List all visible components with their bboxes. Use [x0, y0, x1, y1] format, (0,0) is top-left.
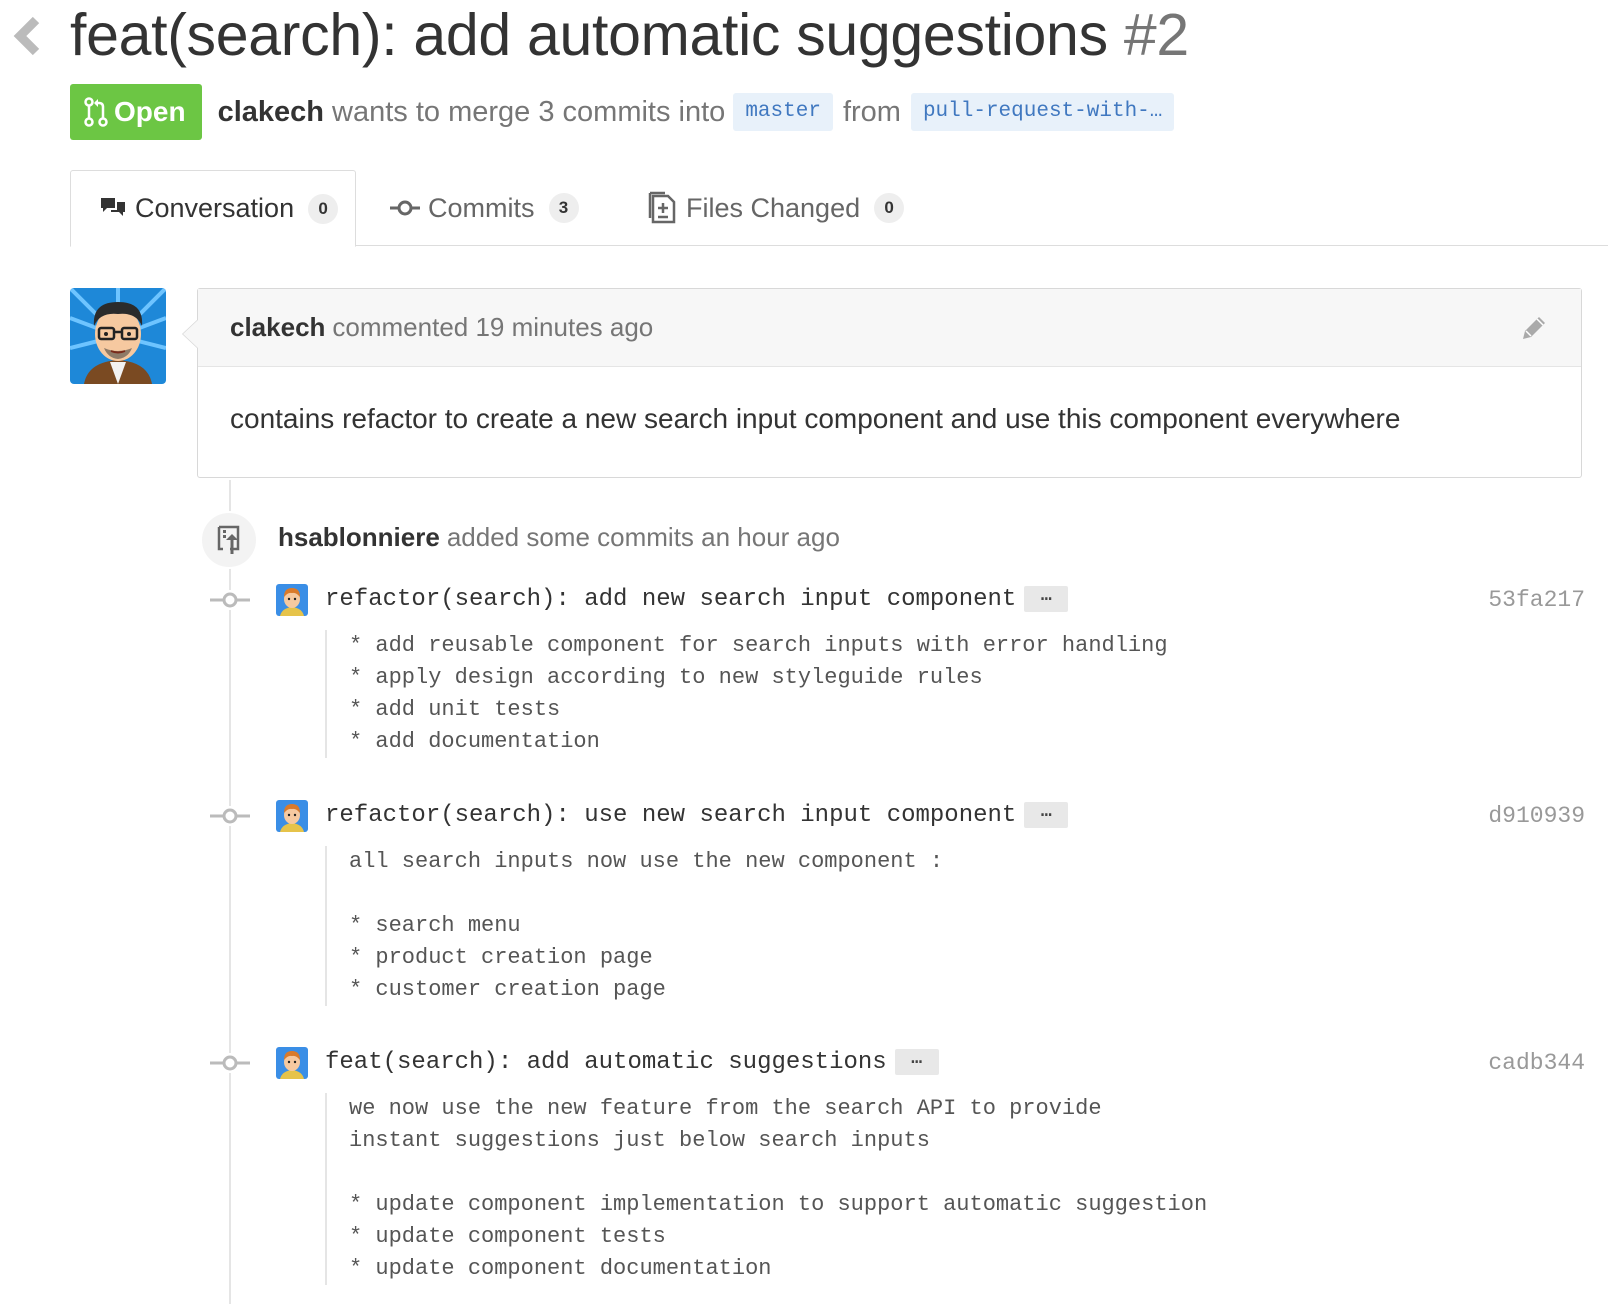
- git-commit-icon: [390, 200, 420, 216]
- pr-merge-summary: clakech wants to merge 3 commits into: [218, 96, 726, 129]
- pr-title-row: feat(search): add automatic suggestions …: [70, 0, 1189, 70]
- commit-sha[interactable]: cadb344: [1488, 1047, 1585, 1079]
- commit-description: * add reusable component for search inpu…: [325, 630, 1168, 758]
- pr-merge-text: wants to merge 3 commits into: [332, 95, 726, 128]
- pr-author[interactable]: clakech: [218, 96, 324, 128]
- back-chevron-icon[interactable]: [8, 14, 44, 58]
- pr-number: #2: [1123, 2, 1189, 68]
- comment-meta: commented 19 minutes ago: [332, 312, 654, 342]
- small-avatar-icon: [276, 584, 308, 616]
- comment-pointer: [182, 319, 198, 349]
- small-avatar-icon: [276, 1047, 308, 1079]
- comment-discussion-icon: [101, 197, 125, 216]
- expand-commit-button[interactable]: …: [894, 1048, 939, 1075]
- commit-author-avatar[interactable]: [276, 800, 308, 832]
- tab-conversation-label: Conversation: [135, 193, 295, 223]
- head-branch-label[interactable]: pull-request-with-…: [910, 93, 1175, 131]
- git-pull-request-icon: [84, 97, 108, 127]
- commit-author-avatar[interactable]: [276, 584, 308, 616]
- base-branch-label[interactable]: master: [733, 93, 833, 131]
- cartoon-avatar-icon: [70, 288, 166, 384]
- push-event-badge: [200, 511, 258, 569]
- tab-conversation-counter: 0: [308, 193, 339, 224]
- comment-body: contains refactor to create a new search…: [230, 403, 1401, 434]
- expand-commit-button[interactable]: …: [1024, 801, 1069, 828]
- tab-commits[interactable]: Commits 3: [390, 170, 579, 246]
- git-commit-icon: [210, 1053, 250, 1073]
- tab-commits-counter: 3: [548, 193, 579, 223]
- commit-message[interactable]: refactor(search): add new search input c…: [325, 584, 1069, 618]
- commit-sha[interactable]: d910939: [1488, 800, 1585, 832]
- comment-box: clakech commented 19 minutes ago contain…: [182, 288, 1582, 478]
- tab-files-changed[interactable]: Files Changed 0: [648, 170, 905, 246]
- comment-author[interactable]: clakech: [230, 312, 325, 343]
- commit-message-text[interactable]: refactor(search): use new search input c…: [325, 802, 1016, 829]
- commit-message-text[interactable]: feat(search): add automatic suggestions: [325, 1049, 887, 1076]
- comment-author-avatar[interactable]: [70, 288, 166, 384]
- commit-description: all search inputs now use the new compon…: [325, 846, 943, 1006]
- pr-state-label: Open: [114, 96, 186, 127]
- event-author[interactable]: hsablonniere: [278, 522, 440, 552]
- commit-message[interactable]: refactor(search): use new search input c…: [325, 800, 1069, 834]
- commit-message-text[interactable]: refactor(search): add new search input c…: [325, 586, 1016, 613]
- tab-files-changed-counter: 0: [874, 193, 905, 223]
- commit-sha[interactable]: 53fa217: [1488, 584, 1585, 616]
- pr-tabs: Conversation 0 Commits 3 Files Changed 0: [70, 170, 1608, 247]
- from-text: from: [842, 95, 901, 128]
- expand-commit-button[interactable]: …: [1024, 585, 1069, 612]
- pr-state-badge: Open: [70, 84, 202, 140]
- commit-author-avatar[interactable]: [276, 1047, 308, 1079]
- push-event-text: hsablonniere added some commits an hour a…: [278, 522, 840, 553]
- commit-message[interactable]: feat(search): add automatic suggestions …: [325, 1047, 939, 1081]
- git-commit-icon: [210, 806, 250, 826]
- tab-files-changed-label: Files Changed: [686, 192, 861, 223]
- pr-title: feat(search): add automatic suggestions …: [70, 0, 1189, 70]
- comment-header: clakech commented 19 minutes ago: [198, 289, 1581, 367]
- pr-meta-row: Open clakech wants to merge 3 commits in…: [70, 84, 1182, 140]
- git-commit-icon: [210, 590, 250, 610]
- file-diff-icon: [648, 191, 676, 224]
- tab-conversation[interactable]: Conversation 0: [70, 170, 356, 247]
- small-avatar-icon: [276, 800, 308, 832]
- repo-push-icon: [217, 525, 240, 554]
- pencil-icon[interactable]: [1517, 311, 1551, 345]
- event-summary: added some commits an hour ago: [446, 522, 840, 552]
- pr-title-text: feat(search): add automatic suggestions: [70, 2, 1108, 68]
- commit-description: we now use the new feature from the sear…: [325, 1093, 1207, 1285]
- tab-commits-label: Commits: [428, 192, 535, 223]
